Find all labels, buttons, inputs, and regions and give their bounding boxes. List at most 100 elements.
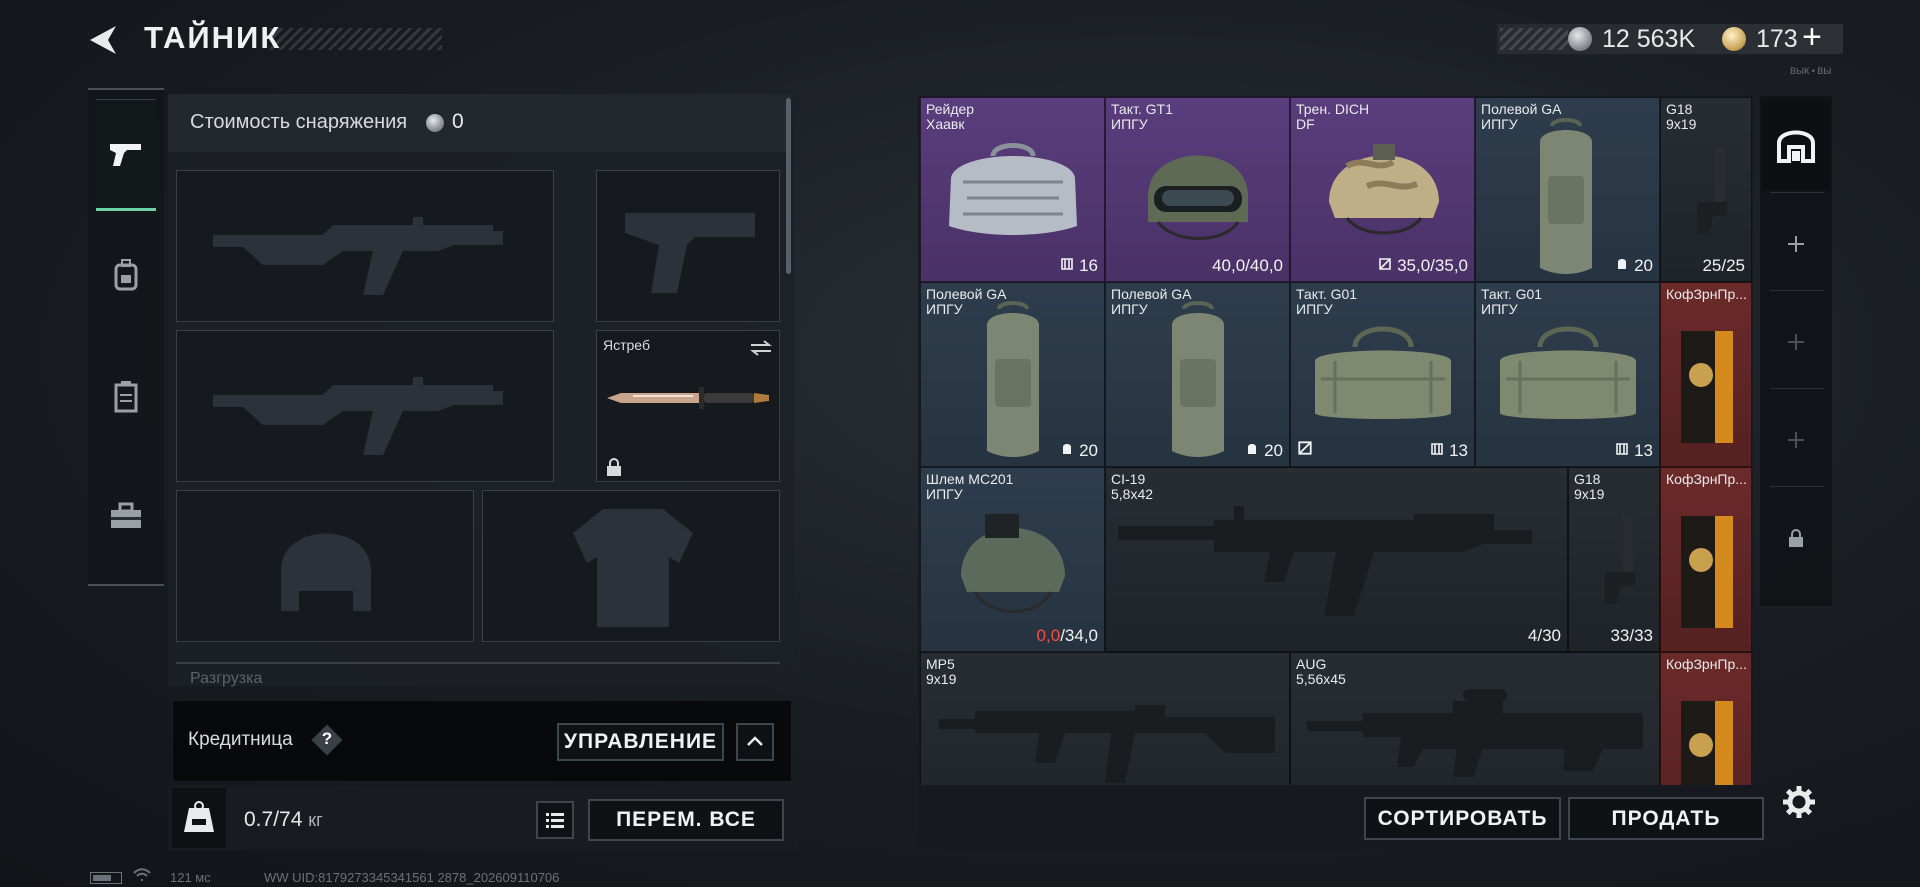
- stash-item[interactable]: Такт. G01 ИПГУ 13: [1475, 282, 1660, 467]
- item-stat: 20: [1060, 441, 1098, 461]
- stash-tab-add-2[interactable]: [1762, 297, 1830, 387]
- stash-item[interactable]: Трен. DICH DF 35,0/35,0: [1290, 97, 1475, 282]
- capacity-icon: [1063, 444, 1072, 454]
- divider: [1770, 290, 1824, 291]
- stash-item[interactable]: AUG 5,56x45: [1290, 652, 1660, 785]
- stash-item[interactable]: Рейдер Хаавк 16: [920, 97, 1105, 282]
- item-name: Такт. G01 ИПГУ: [1296, 286, 1358, 317]
- item-stat: 13: [1615, 441, 1653, 461]
- equipment-scrollbar[interactable]: [786, 98, 791, 274]
- stash-item[interactable]: КофЗрнПр...: [1660, 282, 1752, 467]
- item-stat: 0,0/34,0: [1036, 626, 1098, 645]
- backpack-icon: [114, 259, 138, 291]
- tactical-bag-image: [1500, 326, 1636, 419]
- helmet-slot[interactable]: [176, 490, 474, 642]
- tab-toolbox[interactable]: [96, 460, 156, 572]
- stash-item[interactable]: Шлем MC201 ИПГУ 0,0/34,0: [920, 467, 1105, 652]
- tab-weapons[interactable]: [96, 99, 156, 211]
- collapse-button[interactable]: [736, 723, 774, 761]
- gold-coin-icon: [1722, 27, 1746, 51]
- rifle-silhouette-icon: [213, 217, 503, 295]
- weight-icon: [184, 801, 214, 832]
- divider: [1770, 192, 1824, 193]
- stash-item[interactable]: Полевой GA ИПГУ 20: [1475, 97, 1660, 282]
- stash-item[interactable]: Полевой GA ИПГУ 20: [920, 282, 1105, 467]
- coffee-pack-image: [1681, 516, 1733, 628]
- item-stat: 40,0/40,0: [1212, 256, 1283, 275]
- item-name: КофЗрнПр...: [1666, 656, 1747, 672]
- knife-icon: [607, 387, 769, 409]
- stash-item[interactable]: Такт. GT1 ИПГУ 40,0/40,0: [1105, 97, 1290, 282]
- equipment-next-section: [176, 662, 780, 684]
- sell-button[interactable]: ПРОДАТЬ: [1568, 797, 1764, 840]
- tactical-helmet-image: [1148, 155, 1248, 240]
- secondary-weapon-slot[interactable]: [176, 330, 554, 482]
- melee-slot[interactable]: Ястреб: [596, 330, 780, 482]
- primary-weapon-slot[interactable]: [176, 170, 554, 322]
- item-name: G18 9x19: [1574, 471, 1605, 502]
- durability-icon: [1379, 258, 1392, 270]
- stash-item[interactable]: Такт. G01 ИПГУ 13: [1290, 282, 1475, 467]
- helmet-mc201-image: [961, 514, 1065, 613]
- stash-item[interactable]: G18 9x19 25/25: [1660, 97, 1752, 282]
- battery-icon: [90, 872, 122, 884]
- camo-helmet-image: [1329, 144, 1439, 235]
- item-stat: 4/30: [1527, 626, 1561, 645]
- manage-button[interactable]: УПРАВЛЕНИЕ: [557, 723, 724, 761]
- item-stat: 13: [1430, 441, 1468, 461]
- add-currency-button[interactable]: +: [1802, 20, 1822, 54]
- field-backpack-image: [987, 301, 1039, 457]
- item-name: КофЗрнПр...: [1666, 471, 1747, 487]
- tab-backpack[interactable]: [96, 218, 156, 330]
- settings-button[interactable]: [1781, 784, 1817, 820]
- gear-icon: [1783, 786, 1815, 818]
- back-arrow-icon: [90, 26, 116, 54]
- wifi-icon: [132, 868, 152, 885]
- divider: [1770, 388, 1824, 389]
- stash-tab-add-3[interactable]: [1762, 395, 1830, 485]
- stash-tab-main[interactable]: [1762, 100, 1830, 190]
- rifle-silhouette-icon: [213, 377, 503, 455]
- stash-item[interactable]: КофЗрнПр...: [1660, 467, 1752, 652]
- list-view-button[interactable]: [536, 801, 574, 839]
- equipment-value-label: Стоимость снаряжения: [190, 111, 408, 133]
- corner-note: ВЫК • ВЫ: [1790, 66, 1832, 76]
- stash-item[interactable]: КофЗрнПр...: [1660, 652, 1752, 785]
- pistol-slot[interactable]: [596, 170, 780, 322]
- silver-currency-value: 12 563K: [1602, 25, 1696, 53]
- assault-rifle-image: [1118, 506, 1532, 616]
- pistol-image: [1605, 516, 1635, 604]
- tab-container[interactable]: [96, 340, 156, 452]
- divider: [1770, 486, 1824, 487]
- melee-item-name: Ястреб: [603, 337, 650, 353]
- lock-icon: [607, 458, 621, 476]
- help-mark: ?: [321, 729, 333, 748]
- back-button[interactable]: [86, 22, 122, 58]
- stash-item[interactable]: G18 9x19 33/33: [1568, 467, 1660, 652]
- stash-item[interactable]: Полевой GA ИПГУ 20: [1105, 282, 1290, 467]
- plus-icon: [1788, 432, 1804, 448]
- item-name: Рейдер Хаавк: [926, 101, 975, 132]
- stash-item[interactable]: MP5 9x19: [920, 652, 1290, 785]
- weight-unit: кг: [308, 810, 323, 830]
- item-stat: 20: [1245, 441, 1283, 461]
- tactical-bag-image: [1315, 326, 1451, 419]
- capacity-icon: [1618, 259, 1627, 269]
- stash-item[interactable]: CI-19 5,8x42 4/30: [1105, 467, 1568, 652]
- coffee-pack-image: [1681, 701, 1733, 785]
- swap-icon[interactable]: [749, 339, 773, 357]
- duffel-bag-image: [949, 143, 1077, 235]
- vest-silhouette-icon: [573, 509, 693, 627]
- lock-icon: [1789, 529, 1803, 547]
- stash-tab-locked[interactable]: [1762, 493, 1830, 583]
- stash-tab-add-1[interactable]: [1762, 199, 1830, 289]
- sort-button[interactable]: СОРТИРОВАТЬ: [1364, 797, 1561, 840]
- move-all-button[interactable]: ПЕРЕМ. ВСЕ: [588, 799, 784, 841]
- list-icon: [546, 813, 564, 828]
- weight-icon-box: [172, 788, 226, 848]
- equipment-value-amount: 0: [452, 110, 464, 133]
- page-title: ТАЙНИК: [144, 20, 282, 55]
- silver-coin-icon: [1568, 27, 1592, 51]
- armor-slot[interactable]: [482, 490, 780, 642]
- title-decoration: [270, 28, 442, 50]
